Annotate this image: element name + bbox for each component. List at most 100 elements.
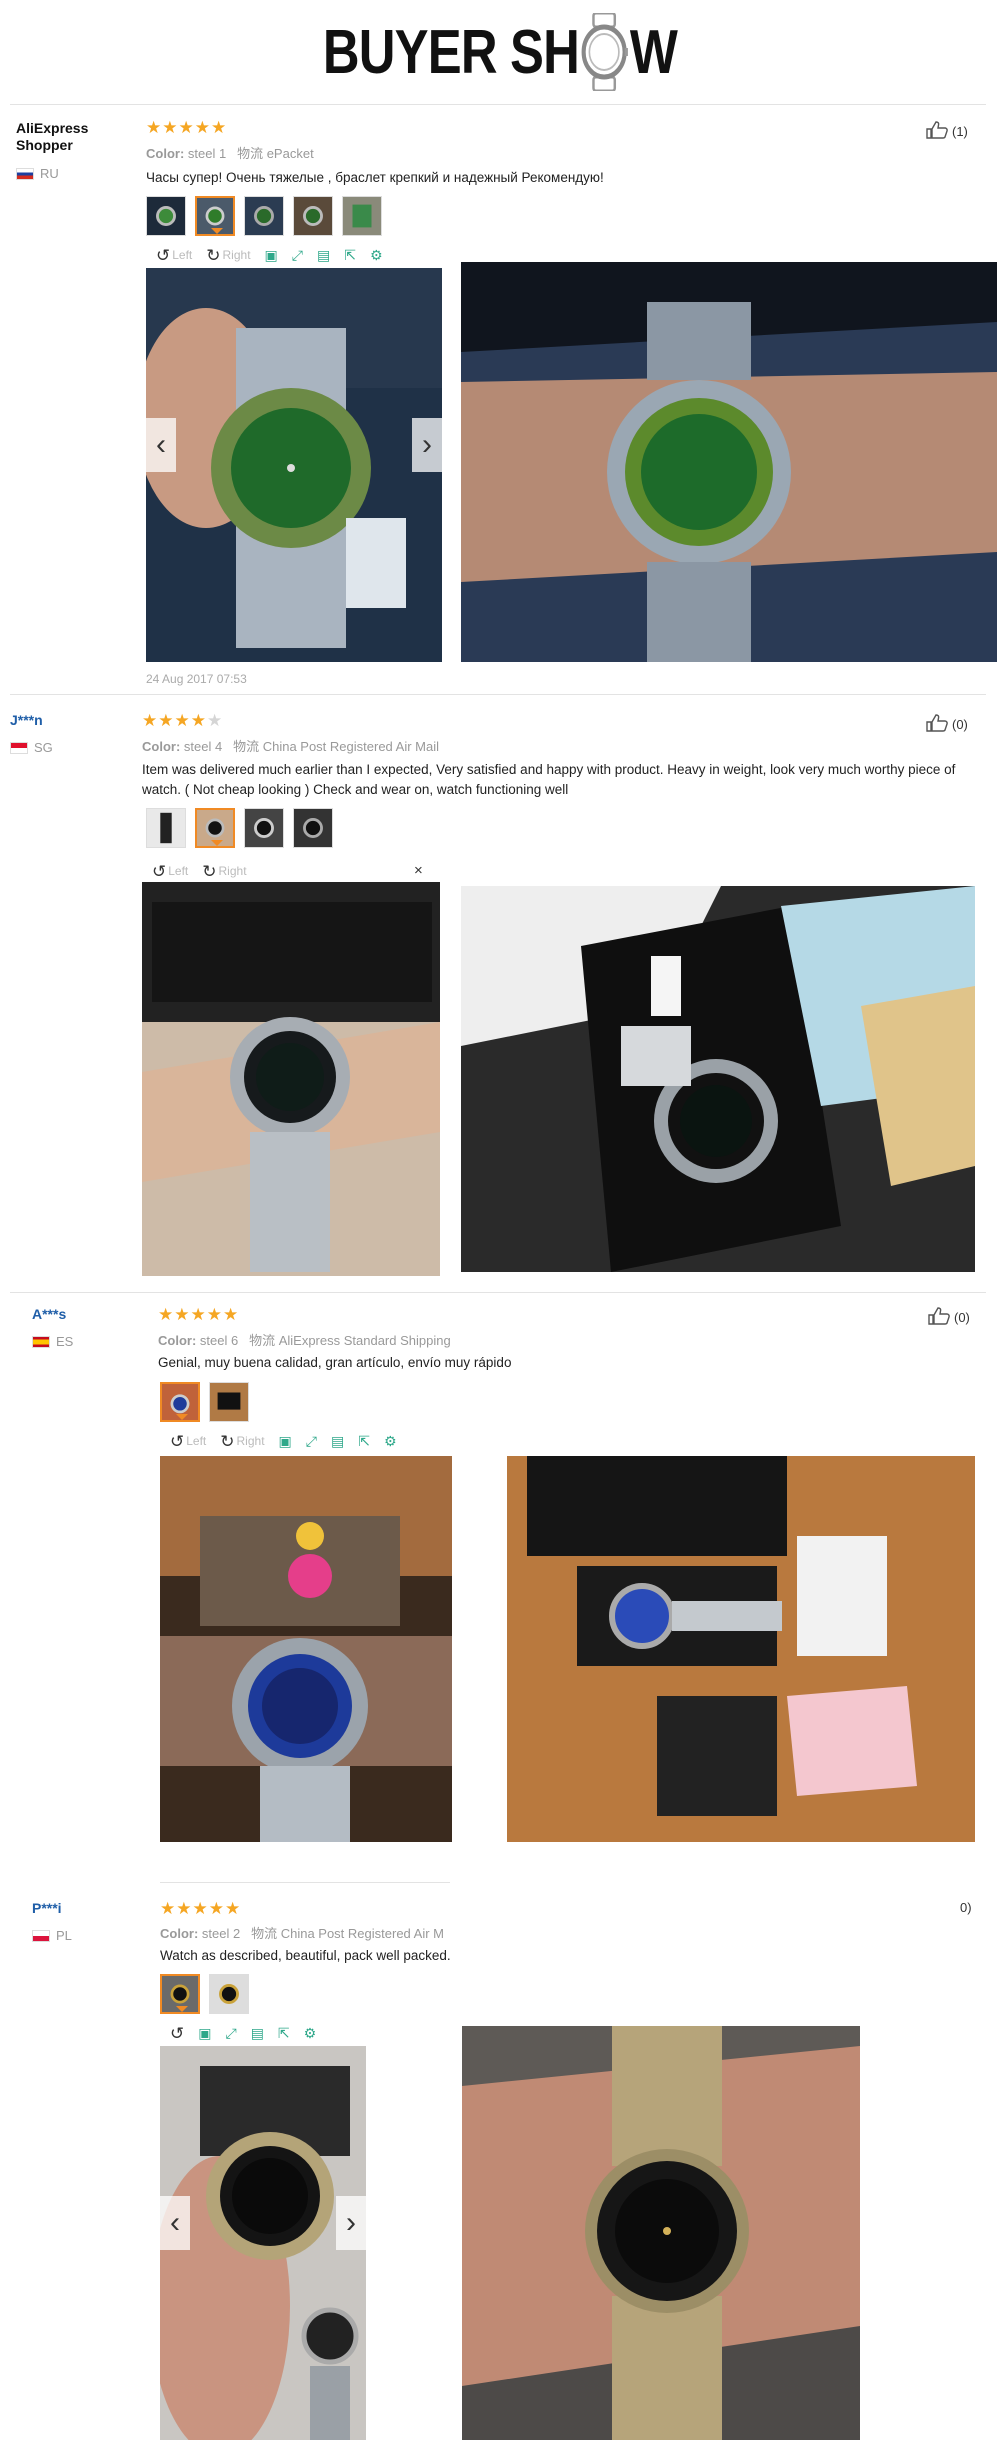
settings-icon[interactable]: ⚙ <box>304 2025 317 2042</box>
photo-thumbnail-active[interactable] <box>160 1382 200 1422</box>
star-icon: ★ <box>160 1899 176 1918</box>
reviewer-country: RU <box>16 166 59 181</box>
helpful-button[interactable]: (0) <box>926 714 968 735</box>
prev-photo-button[interactable]: ‹ <box>160 2196 190 2250</box>
rotate-right-icon: ↻ <box>220 1431 235 1451</box>
star-icon: ★ <box>211 118 227 137</box>
prev-photo-button[interactable]: ‹ <box>146 418 176 472</box>
review-photo[interactable]: ‹ › <box>146 268 442 662</box>
photo-thumbnail[interactable] <box>293 196 333 236</box>
photo-thumbnail[interactable] <box>342 196 382 236</box>
photo-thumbnail[interactable] <box>146 808 186 848</box>
banner-title-part1: BUYER SH <box>322 17 580 87</box>
share-icon[interactable]: ⇱ <box>358 1433 370 1450</box>
flag-ru-icon <box>16 167 34 180</box>
helpful-button[interactable]: (0) <box>928 1307 970 1328</box>
star-icon: ★ <box>176 1899 192 1918</box>
rotate-left-button[interactable]: ↺ <box>170 2025 184 2042</box>
star-icon: ★ <box>190 711 206 730</box>
save-icon[interactable]: ▤ <box>251 2025 264 2042</box>
photo-thumbnail[interactable] <box>209 1382 249 1422</box>
banner-title: BUYER SH W <box>322 11 678 93</box>
star-icon: ★ <box>206 1305 222 1324</box>
rotate-left-button[interactable]: ↺ Left <box>152 863 188 880</box>
helpful-button[interactable]: 0) <box>960 1900 972 1915</box>
thumbs-up-icon <box>926 714 948 735</box>
helpful-count: (1) <box>952 124 968 139</box>
review-photo-large[interactable] <box>462 2026 860 2440</box>
close-icon[interactable]: × <box>414 862 423 879</box>
shipping-value: China Post Registered Air M <box>280 1926 444 1941</box>
reviewer-name[interactable]: P***i <box>32 1900 62 1917</box>
chevron-left-icon: ‹ <box>156 428 166 461</box>
share-icon[interactable]: ⇱ <box>344 247 356 264</box>
review-photo[interactable] <box>142 882 440 1276</box>
photo-thumbnail[interactable] <box>209 1974 249 2014</box>
star-rating: ★ ★ ★ ★ ★ <box>146 119 226 136</box>
divider <box>10 694 986 695</box>
reviewer-name[interactable]: AliExpress Shopper <box>16 120 96 154</box>
reviewer-country: ES <box>32 1334 73 1349</box>
next-photo-button[interactable]: › <box>336 2196 366 2250</box>
rotate-right-button[interactable]: ↻ Right <box>202 863 246 880</box>
bookmark-icon[interactable]: ▣ <box>265 247 278 264</box>
rotate-left-button[interactable]: ↺ Left <box>156 247 192 264</box>
star-icon: ★ <box>174 1305 190 1324</box>
reviewer-name[interactable]: J***n <box>10 712 43 729</box>
save-icon[interactable]: ▤ <box>331 1433 344 1450</box>
rotate-left-button[interactable]: ↺ Left <box>170 1433 206 1450</box>
expand-icon[interactable]: ⤢ <box>225 2025 236 2042</box>
expand-icon[interactable]: ⤢ <box>306 1433 317 1450</box>
helpful-button[interactable]: (1) <box>926 121 968 142</box>
watch-logo-icon <box>581 11 630 93</box>
rotate-left-label: Left <box>186 1434 207 1448</box>
next-photo-button[interactable]: › <box>412 418 442 472</box>
photo-thumbnail[interactable] <box>146 196 186 236</box>
settings-icon[interactable]: ⚙ <box>370 247 383 264</box>
reviewer-country: SG <box>10 740 53 755</box>
flag-pl-icon <box>32 1929 50 1942</box>
settings-icon[interactable]: ⚙ <box>384 1433 397 1450</box>
color-label: Color: <box>158 1333 197 1348</box>
review-photo[interactable] <box>160 1456 452 1842</box>
photo-thumbnail-active[interactable] <box>195 808 235 848</box>
country-code: PL <box>56 1928 72 1943</box>
review-photo-large[interactable] <box>507 1456 975 1842</box>
shipping-label: 物流 <box>237 146 264 161</box>
review-photo-large[interactable] <box>461 262 997 662</box>
photo-thumbnail-active[interactable] <box>195 196 235 236</box>
country-code: SG <box>34 740 53 755</box>
photo-thumbnail-active[interactable] <box>160 1974 200 2014</box>
rotate-left-icon: ↺ <box>170 2023 185 2043</box>
color-value: steel 2 <box>201 1926 241 1941</box>
thumbs-up-icon <box>928 1307 950 1328</box>
rotate-right-button[interactable]: ↻ Right <box>220 1433 264 1450</box>
expand-icon[interactable]: ⤢ <box>292 247 303 264</box>
shipping-label: 物流 <box>233 739 260 754</box>
photo-thumbnail[interactable] <box>244 808 284 848</box>
photo-thumbnail[interactable] <box>293 808 333 848</box>
review-meta: Color: steel 6 物流 AliExpress Standard Sh… <box>158 1330 451 1349</box>
bookmark-icon[interactable]: ▣ <box>279 1433 292 1450</box>
review-photo-large[interactable] <box>461 886 975 1272</box>
star-rating: ★ ★ ★ ★ ★ <box>160 1900 240 1917</box>
divider <box>160 1882 450 1883</box>
photo-thumbnails <box>146 808 333 848</box>
rotate-left-icon: ↺ <box>156 245 171 265</box>
save-icon[interactable]: ▤ <box>317 247 330 264</box>
review-meta: Color: steel 2 物流 China Post Registered … <box>160 1923 444 1942</box>
shipping-value: ePacket <box>266 146 314 161</box>
color-label: Color: <box>160 1926 199 1941</box>
bookmark-icon[interactable]: ▣ <box>198 2025 211 2042</box>
star-icon: ★ <box>192 1899 208 1918</box>
divider <box>10 104 986 105</box>
review-photo[interactable]: ‹ › <box>160 2046 366 2440</box>
star-rating: ★ ★ ★ ★ ★ <box>158 1306 238 1323</box>
review-meta: Color: steel 4 物流 China Post Registered … <box>142 736 439 755</box>
star-icon: ★ <box>223 1305 239 1324</box>
reviewer-name[interactable]: A***s <box>32 1306 66 1323</box>
star-rating: ★ ★ ★ ★ ★ <box>142 712 222 729</box>
rotate-right-button[interactable]: ↻ Right <box>206 247 250 264</box>
photo-thumbnail[interactable] <box>244 196 284 236</box>
share-icon[interactable]: ⇱ <box>278 2025 290 2042</box>
